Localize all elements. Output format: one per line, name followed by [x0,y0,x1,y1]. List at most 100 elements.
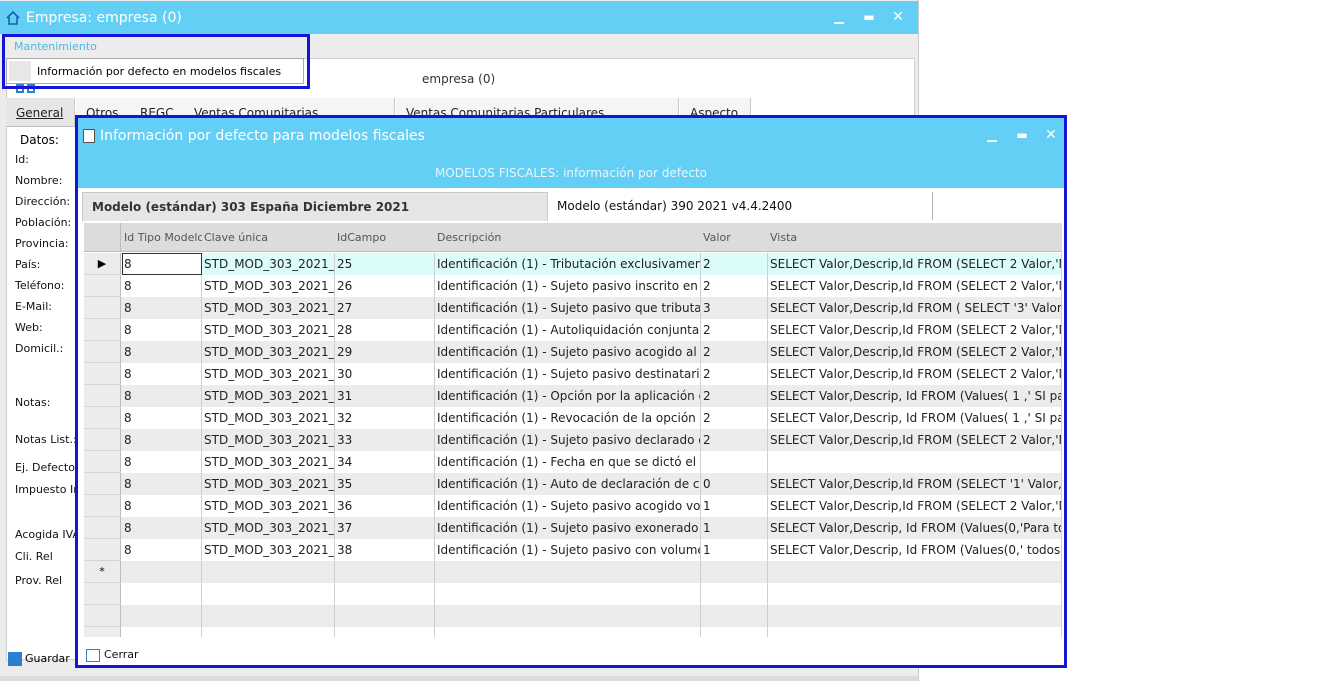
empty-cell[interactable] [768,561,1062,583]
table-row[interactable]: 8STD_MOD_303_2021_1229Identificación (1)… [84,341,1062,363]
table-cell[interactable]: 2 [701,253,768,275]
table-cell[interactable]: SELECT Valor,Descrip, Id FROM (Values( 1… [768,407,1062,429]
table-cell[interactable]: 8 [122,253,202,275]
table-cell[interactable]: STD_MOD_303_2021_12 [202,539,335,561]
table-cell[interactable]: STD_MOD_303_2021_12 [202,385,335,407]
row-selector[interactable] [84,429,121,451]
table-cell[interactable]: SELECT Valor,Descrip, Id FROM (Values( 1… [768,385,1062,407]
table-row[interactable]: 8STD_MOD_303_2021_1227Identificación (1)… [84,297,1062,319]
dialog-maximize-icon[interactable]: ▬ [1011,128,1033,142]
empty-cell[interactable] [202,561,335,583]
table-cell[interactable]: 32 [335,407,435,429]
table-cell[interactable]: STD_MOD_303_2021_12 [202,517,335,539]
new-row[interactable]: * [84,561,1062,583]
table-cell[interactable]: 8 [122,297,202,319]
table-cell[interactable]: 34 [335,451,435,473]
table-row[interactable]: 8STD_MOD_303_2021_1230Identificación (1)… [84,363,1062,385]
table-cell[interactable]: STD_MOD_303_2021_12 [202,297,335,319]
table-row[interactable]: 8STD_MOD_303_2021_1228Identificación (1)… [84,319,1062,341]
empty-cell[interactable] [122,561,202,583]
table-cell[interactable]: 2 [701,275,768,297]
table-cell[interactable]: 8 [122,517,202,539]
dialog-title-bar[interactable]: Información por defecto para modelos fis… [78,118,1064,152]
table-cell[interactable]: 8 [122,407,202,429]
table-cell[interactable]: Identificación (1) - Opción por la aplic… [435,385,701,407]
table-cell[interactable]: 8 [122,363,202,385]
table-cell[interactable]: 27 [335,297,435,319]
row-selector[interactable]: * [84,561,121,583]
table-cell[interactable]: Identificación (1) - Sujeto pasivo exone… [435,517,701,539]
empresa-title-bar[interactable]: Empresa: empresa (0) ▁ ▬ ✕ [0,1,918,34]
table-cell[interactable]: Identificación (1) - Sujeto pasivo inscr… [435,275,701,297]
table-cell[interactable]: SELECT Valor,Descrip,Id FROM (SELECT 2 V… [768,363,1062,385]
table-cell[interactable]: SELECT Valor,Descrip,Id FROM (SELECT 2 V… [768,429,1062,451]
table-row[interactable]: 8STD_MOD_303_2021_1236Identificación (1)… [84,495,1062,517]
empty-row[interactable] [84,627,1062,637]
table-cell[interactable]: SELECT Valor,Descrip,Id FROM (SELECT 2 V… [768,495,1062,517]
table-row[interactable]: 8STD_MOD_303_2021_1231Identificación (1)… [84,385,1062,407]
col-valor[interactable]: Valor [701,223,767,251]
col-clave-unica[interactable]: Clave única [202,223,334,251]
table-cell[interactable]: 38 [335,539,435,561]
table-cell[interactable]: 36 [335,495,435,517]
empty-row[interactable] [84,583,1062,605]
table-row[interactable]: 8STD_MOD_303_2021_1237Identificación (1)… [84,517,1062,539]
col-descripcion[interactable]: Descripción [435,223,699,251]
table-cell[interactable]: Identificación (1) - Fecha en que se dic… [435,451,701,473]
row-selector[interactable] [84,385,121,407]
table-cell[interactable]: 1 [701,539,768,561]
table-cell[interactable]: 8 [122,429,202,451]
table-cell[interactable]: STD_MOD_303_2021_12 [202,341,335,363]
table-cell[interactable]: 2 [701,363,768,385]
table-cell[interactable]: SELECT Valor,Descrip,Id FROM (SELECT 2 V… [768,341,1062,363]
guardar-button[interactable]: Guardar [8,652,70,672]
table-cell[interactable]: 33 [335,429,435,451]
table-cell[interactable]: Identificación (1) - Sujeto pasivo acogi… [435,341,701,363]
row-selector[interactable] [84,605,121,627]
table-row[interactable]: 8STD_MOD_303_2021_1235Identificación (1)… [84,473,1062,495]
empty-cell[interactable] [701,561,768,583]
table-cell[interactable]: STD_MOD_303_2021_12 [202,473,335,495]
table-cell[interactable]: 2 [701,385,768,407]
table-cell[interactable]: STD_MOD_303_2021_12 [202,407,335,429]
table-cell[interactable]: 8 [122,539,202,561]
table-cell[interactable]: STD_MOD_303_2021_12 [202,275,335,297]
table-row[interactable]: 8STD_MOD_303_2021_1238Identificación (1)… [84,539,1062,561]
table-cell[interactable]: SELECT Valor,Descrip,Id FROM (SELECT '1'… [768,473,1062,495]
row-selector[interactable] [84,627,121,637]
table-cell[interactable]: 3 [701,297,768,319]
table-cell[interactable]: SELECT Valor,Descrip,Id FROM (SELECT 2 V… [768,319,1062,341]
row-selector[interactable] [84,275,121,297]
table-row[interactable]: ▶8STD_MOD_303_2021_1225Identificación (1… [84,253,1062,275]
table-cell[interactable]: 28 [335,319,435,341]
row-selector[interactable] [84,583,121,605]
tab-modelo-390[interactable]: Modelo (estándar) 390 2021 v4.4.2400 (ST… [548,192,933,242]
table-cell[interactable]: 25 [335,253,435,275]
table-cell[interactable]: Identificación (1) - Sujeto pasivo decla… [435,429,701,451]
table-cell[interactable]: SELECT Valor,Descrip, Id FROM (Values(0,… [768,517,1062,539]
table-cell[interactable]: 8 [122,385,202,407]
table-cell[interactable]: STD_MOD_303_2021_12 [202,495,335,517]
minimize-icon[interactable]: ▁ [828,10,850,24]
table-cell[interactable]: STD_MOD_303_2021_12 [202,451,335,473]
table-cell[interactable]: Identificación (1) - Sujeto pasivo que t… [435,297,701,319]
close-icon[interactable]: ✕ [887,9,909,25]
row-selector[interactable] [84,297,121,319]
table-cell[interactable]: STD_MOD_303_2021_12 [202,429,335,451]
table-row[interactable]: 8STD_MOD_303_2021_1232Identificación (1)… [84,407,1062,429]
table-cell[interactable]: STD_MOD_303_2021_12 [202,363,335,385]
maximize-icon[interactable]: ▬ [858,10,880,24]
table-cell[interactable]: 2 [701,319,768,341]
table-cell[interactable]: 8 [122,451,202,473]
cerrar-button[interactable]: Cerrar [86,648,139,666]
table-cell[interactable]: 8 [122,341,202,363]
col-id-tipo-modelo[interactable]: Id Tipo Modelo [122,223,202,251]
table-cell[interactable]: Identificación (1) - Tributación exclusi… [435,253,701,275]
row-selector[interactable] [84,473,121,495]
table-cell[interactable]: SELECT Valor,Descrip, Id FROM (Values(0,… [768,539,1062,561]
row-selector[interactable] [84,539,121,561]
table-cell[interactable]: 30 [335,363,435,385]
empty-cell[interactable] [335,561,435,583]
table-cell[interactable]: 1 [701,495,768,517]
table-cell[interactable]: SELECT Valor,Descrip,Id FROM (SELECT 2 V… [768,253,1062,275]
